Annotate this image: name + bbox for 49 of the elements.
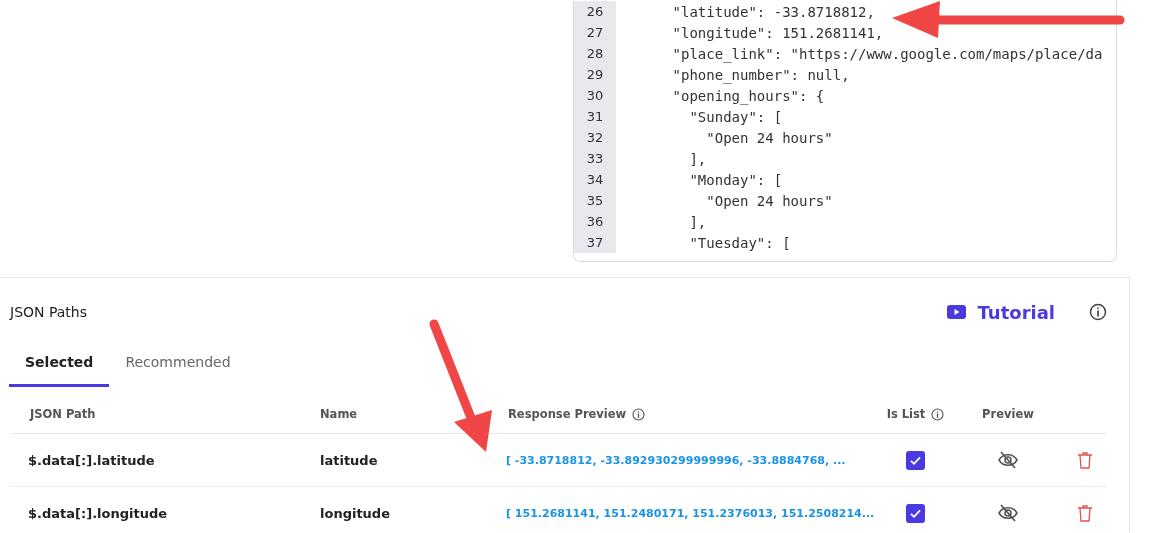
trash-icon[interactable] [1077, 451, 1093, 469]
line-number: 31 [574, 106, 616, 127]
info-icon[interactable] [1089, 303, 1107, 321]
tab[interactable]: Recommended [109, 346, 247, 387]
table-cell-text: $.data[:].longitude [27, 505, 169, 521]
code-line: ], [688, 150, 707, 167]
code-line: "Open 24 hours" [705, 129, 833, 146]
checkbox[interactable] [906, 450, 925, 470]
preview-link[interactable]: [ -33.8718812, -33.892930299999996, -33.8884768, ... [506, 453, 846, 467]
line-number: 35 [574, 190, 616, 211]
line-number: 33 [574, 148, 616, 169]
code-line: "longitude": 151.2681141, [671, 24, 884, 41]
table-cell-text: $.data[:].latitude [27, 452, 156, 468]
line-number: 30 [574, 85, 616, 106]
line-number: 26 [574, 1, 616, 22]
line-number: 32 [574, 127, 616, 148]
section-title: JSON Paths [10, 304, 88, 320]
column-header: Response Preview [508, 407, 627, 421]
line-number: 34 [574, 169, 616, 190]
code-line: "opening_hours": { [671, 87, 825, 104]
code-line: "Open 24 hours" [705, 192, 833, 209]
line-number: 37 [574, 232, 616, 253]
video-icon [946, 305, 966, 319]
line-number: 29 [574, 64, 616, 85]
tab[interactable]: Selected [9, 346, 110, 387]
preview-link[interactable]: [ 151.2681141, 151.2480171, 151.2376013, 151.2508214... [506, 506, 875, 520]
table-cell-text: latitude [319, 452, 379, 468]
code-line: "Monday": [ [688, 171, 783, 188]
column-header: Name [320, 407, 358, 421]
code-line: "latitude": -33.8718812, [671, 3, 875, 20]
tutorial-link[interactable]: Tutorial [946, 301, 1055, 323]
trash-icon[interactable] [1077, 504, 1093, 522]
eye-slash-icon[interactable] [997, 451, 1019, 469]
info-icon[interactable] [931, 407, 945, 421]
column-header: Is List [886, 407, 926, 421]
code-line: ], [688, 213, 707, 230]
code-line: "phone_number": null, [671, 66, 850, 83]
table-cell-text: longitude [319, 505, 391, 521]
line-number: 36 [574, 211, 616, 232]
line-number: 28 [574, 43, 616, 64]
code-line: "place_link": "https://www.google.com/maps/place/da [671, 45, 1103, 62]
column-header: Preview [982, 407, 1034, 421]
code-line: "Tuesday": [ [688, 234, 791, 251]
code-line: "Sunday": [ [688, 108, 783, 125]
info-icon[interactable] [632, 407, 646, 421]
column-header: JSON Path [30, 407, 96, 421]
line-number: 27 [574, 22, 616, 43]
eye-slash-icon[interactable] [997, 504, 1019, 522]
checkbox[interactable] [906, 503, 925, 523]
